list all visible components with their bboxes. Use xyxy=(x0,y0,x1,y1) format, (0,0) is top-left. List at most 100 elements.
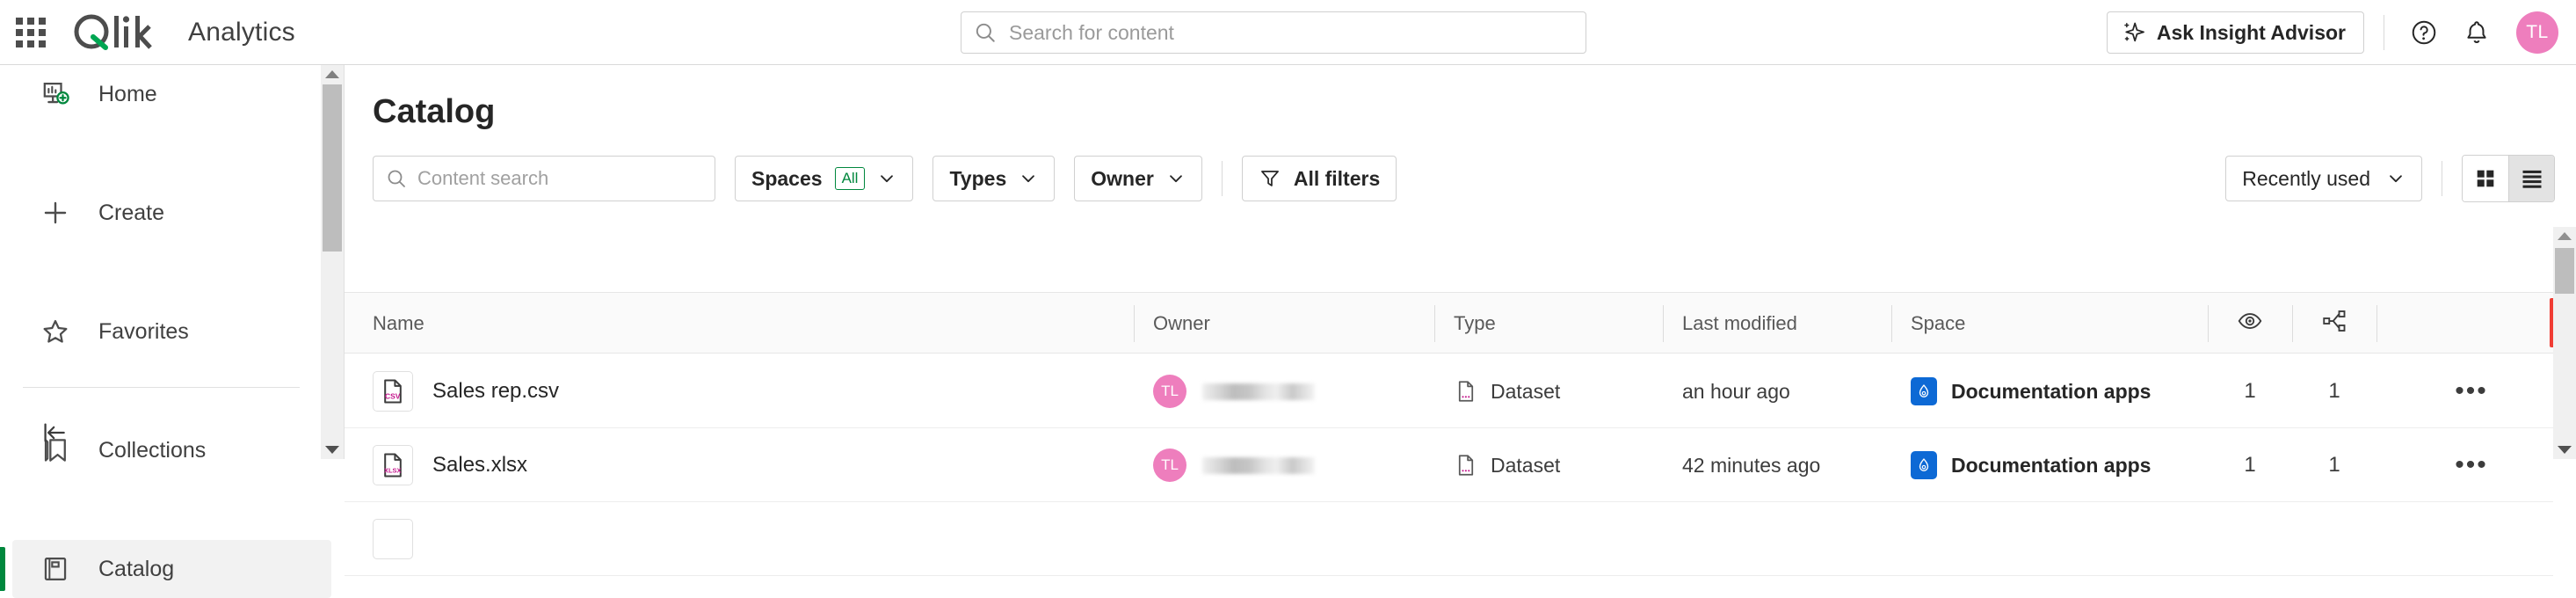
plus-icon xyxy=(37,194,74,231)
sidebar-item-label: Favorites xyxy=(98,318,189,344)
column-header-label: Space xyxy=(1911,312,1966,334)
cell-views: 1 xyxy=(2208,354,2292,428)
collapse-left-icon[interactable] xyxy=(35,413,74,452)
view-controls: Recently used xyxy=(2225,155,2555,202)
chevron-down-icon xyxy=(881,175,894,183)
column-header-label: Owner xyxy=(1153,312,1210,334)
sidebar-scrollbar-thumb[interactable] xyxy=(323,84,342,252)
space-name: Documentation apps xyxy=(1951,453,2152,477)
lineage-count: 1 xyxy=(2328,379,2340,403)
star-icon xyxy=(37,313,74,350)
column-header-label: Type xyxy=(1454,312,1496,334)
last-modified-value: an hour ago xyxy=(1682,379,1790,403)
content-search-placeholder: Content search xyxy=(417,167,549,189)
all-filters-label: All filters xyxy=(1293,166,1381,190)
cell-last-modified: 42 minutes ago xyxy=(1682,428,1820,502)
list-view-icon[interactable] xyxy=(2508,156,2554,201)
user-avatar[interactable]: TL xyxy=(2516,11,2558,54)
help-circle-icon[interactable] xyxy=(2404,12,2444,53)
type-label: Dataset xyxy=(1491,453,1561,477)
sidebar-item-label: Catalog xyxy=(98,556,175,581)
app-header: Analytics Search for content Ask Insight… xyxy=(0,0,2576,65)
cell-name[interactable] xyxy=(373,502,413,576)
cell-views: 1 xyxy=(2208,428,2292,502)
column-header-lineage[interactable] xyxy=(2292,293,2376,354)
scroll-down-arrow-icon[interactable] xyxy=(325,446,339,454)
column-divider xyxy=(1134,305,1135,342)
column-header-label: Name xyxy=(373,312,424,334)
catalog-book-icon xyxy=(37,551,74,587)
column-header-last-modified[interactable]: Last modified xyxy=(1663,293,1797,354)
sidebar-scrollbar[interactable] xyxy=(321,65,344,459)
filter-owner-label: Owner xyxy=(1091,166,1154,190)
cell-lineage: 1 xyxy=(2292,428,2376,502)
scroll-up-arrow-icon[interactable] xyxy=(325,70,339,78)
sidebar-item-home[interactable]: Home xyxy=(12,65,331,123)
column-divider xyxy=(1891,305,1892,342)
search-icon xyxy=(388,170,405,187)
cell-owner: TL xyxy=(1153,428,1315,502)
grid-view-icon[interactable] xyxy=(2463,156,2508,201)
sidebar-item-catalog[interactable]: Catalog xyxy=(0,540,331,598)
bell-icon[interactable] xyxy=(2456,12,2497,53)
global-search-input[interactable]: Search for content xyxy=(961,11,1586,54)
file-name: Sales.xlsx xyxy=(432,453,528,477)
table-row[interactable]: CSV Sales rep.csv TL Dataset an hour ago… xyxy=(345,354,2553,428)
page-title: Catalog xyxy=(373,93,496,130)
table-header-row: Name Owner Type Last modified Space xyxy=(345,292,2553,354)
ask-insight-advisor-label: Ask Insight Advisor xyxy=(2156,20,2346,44)
product-name: Analytics xyxy=(188,17,295,47)
shared-space-icon xyxy=(1911,377,1937,405)
svg-text:XLSX: XLSX xyxy=(384,467,401,475)
table-row[interactable] xyxy=(345,502,2553,576)
column-header-owner[interactable]: Owner xyxy=(1134,293,1210,354)
filter-types-dropdown[interactable]: Types xyxy=(932,156,1056,201)
file-name: Sales rep.csv xyxy=(432,379,560,403)
ask-insight-advisor-button[interactable]: Ask Insight Advisor xyxy=(2106,11,2364,54)
sidebar-divider xyxy=(23,387,300,388)
column-divider xyxy=(2292,305,2293,342)
scroll-down-arrow-icon[interactable] xyxy=(2558,446,2572,454)
cell-lineage: 1 xyxy=(2292,354,2376,428)
content-search-input[interactable]: Content search xyxy=(373,156,715,201)
kebab-menu-icon[interactable]: ••• xyxy=(2455,378,2488,405)
view-mode-toggle xyxy=(2462,155,2555,202)
cell-space[interactable]: Documentation apps xyxy=(1911,428,2151,502)
column-header-space[interactable]: Space xyxy=(1891,293,1965,354)
filter-spaces-dropdown[interactable]: Spaces All xyxy=(735,156,914,201)
cell-type: Dataset xyxy=(1454,354,1560,428)
shared-space-icon xyxy=(1911,451,1937,479)
table-row[interactable]: XLSX Sales.xlsx TL Dataset 42 minutes ag… xyxy=(345,428,2553,502)
filter-owner-dropdown[interactable]: Owner xyxy=(1074,156,1202,201)
cell-actions[interactable]: ••• xyxy=(2436,428,2507,502)
column-header-views[interactable] xyxy=(2208,293,2292,354)
avatar: TL xyxy=(1153,448,1186,482)
cell-actions[interactable]: ••• xyxy=(2436,354,2507,428)
cell-space[interactable]: Documentation apps xyxy=(1911,354,2151,428)
column-header-type[interactable]: Type xyxy=(1434,293,1496,354)
cell-type: Dataset xyxy=(1454,428,1560,502)
column-divider xyxy=(1434,305,1435,342)
xlsx-file-icon: XLSX xyxy=(373,445,413,485)
home-chart-icon xyxy=(37,76,74,113)
column-header-name[interactable]: Name xyxy=(373,293,424,354)
sort-dropdown[interactable]: Recently used xyxy=(2225,156,2422,201)
sidebar-item-label: Home xyxy=(98,81,157,106)
sidebar-item-favorites[interactable]: Favorites xyxy=(12,303,331,361)
content-scrollbar[interactable] xyxy=(2553,227,2576,459)
content-scrollbar-thumb[interactable] xyxy=(2555,248,2574,294)
all-filters-button[interactable]: All filters xyxy=(1241,156,1397,201)
kebab-menu-icon[interactable]: ••• xyxy=(2455,452,2488,478)
csv-file-icon: CSV xyxy=(373,371,413,412)
scroll-up-arrow-icon[interactable] xyxy=(2558,232,2572,240)
cell-name[interactable]: XLSX Sales.xlsx xyxy=(373,428,527,502)
sidebar-item-create[interactable]: Create xyxy=(12,184,331,242)
lineage-icon xyxy=(2321,308,2347,339)
waffle-grid-icon[interactable] xyxy=(16,17,46,47)
search-icon xyxy=(976,23,995,42)
svg-text:CSV: CSV xyxy=(385,392,401,401)
sidebar-item-label: Create xyxy=(98,200,165,225)
dataset-file-icon xyxy=(1454,453,1478,478)
cell-name[interactable]: CSV Sales rep.csv xyxy=(373,354,559,428)
qlik-logo[interactable] xyxy=(70,12,169,53)
